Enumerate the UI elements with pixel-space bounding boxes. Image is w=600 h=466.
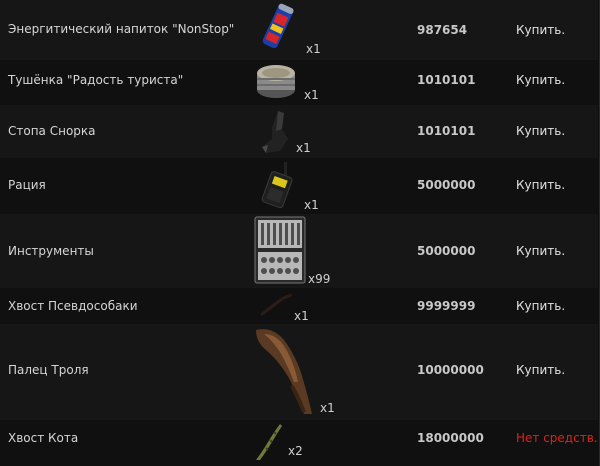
item-price: 5000000	[417, 178, 476, 192]
buy-button[interactable]: Купить.	[516, 363, 565, 377]
radio-icon	[258, 162, 298, 210]
shop-row: Хвост Псевдособаки x1 9999999 Купить.	[0, 288, 598, 325]
cat-tail-icon	[254, 422, 284, 462]
item-quantity: x1	[294, 309, 309, 323]
item-quantity: x1	[304, 88, 319, 102]
item-quantity: x1	[306, 42, 321, 56]
item-name: Тушёнка "Радость туриста"	[8, 73, 184, 87]
energy-drink-can-icon	[258, 2, 298, 50]
item-quantity: x1	[320, 401, 335, 415]
shop-row: Тушёнка "Радость туриста" x1 1010101 Куп…	[0, 60, 598, 106]
item-price: 18000000	[417, 431, 484, 445]
canned-meat-icon	[254, 62, 298, 100]
shop-row: Рация x1 5000000 Купить.	[0, 158, 598, 215]
item-name: Рация	[8, 178, 46, 192]
shop-row: Инструменты x99 5000000 Купить.	[0, 214, 598, 289]
buy-button[interactable]: Купить.	[516, 73, 565, 87]
item-quantity: x1	[296, 141, 311, 155]
shop-row: Хвост Кота x2 18000000 Нет средств.	[0, 420, 598, 466]
item-name: Инструменты	[8, 244, 94, 258]
item-price: 9999999	[417, 299, 476, 313]
item-quantity: x2	[288, 444, 303, 458]
pseudodog-tail-icon	[258, 292, 294, 316]
item-price: 10000000	[417, 363, 484, 377]
item-quantity: x1	[304, 198, 319, 212]
item-price: 5000000	[417, 244, 476, 258]
item-price: 987654	[417, 23, 468, 37]
shop-row: Энергитический напиток "NonStop" x1 9876…	[0, 0, 598, 61]
buy-button[interactable]: Купить.	[516, 244, 565, 258]
item-name: Хвост Псевдособаки	[8, 299, 138, 313]
item-quantity: x99	[308, 272, 331, 286]
shop-row: Палец Троля x1 10000000 Купить.	[0, 324, 598, 421]
item-name: Хвост Кота	[8, 431, 79, 445]
toolkit-icon	[254, 216, 306, 284]
item-name: Палец Троля	[8, 363, 89, 377]
item-name: Энергитический напиток "NonStop"	[8, 22, 235, 36]
item-name: Стопа Снорка	[8, 124, 96, 138]
buy-button[interactable]: Купить.	[516, 299, 565, 313]
shop-row: Стопа Снорка x1 1010101 Купить.	[0, 105, 598, 159]
snork-foot-icon	[258, 109, 294, 155]
buy-button[interactable]: Купить.	[516, 124, 565, 138]
item-price: 1010101	[417, 124, 476, 138]
insufficient-funds-label: Нет средств.	[516, 431, 598, 445]
buy-button[interactable]: Купить.	[516, 23, 565, 37]
troll-finger-icon	[250, 326, 320, 416]
item-price: 1010101	[417, 73, 476, 87]
buy-button[interactable]: Купить.	[516, 178, 565, 192]
shop-item-list: Энергитический напиток "NonStop" x1 9876…	[0, 0, 600, 466]
